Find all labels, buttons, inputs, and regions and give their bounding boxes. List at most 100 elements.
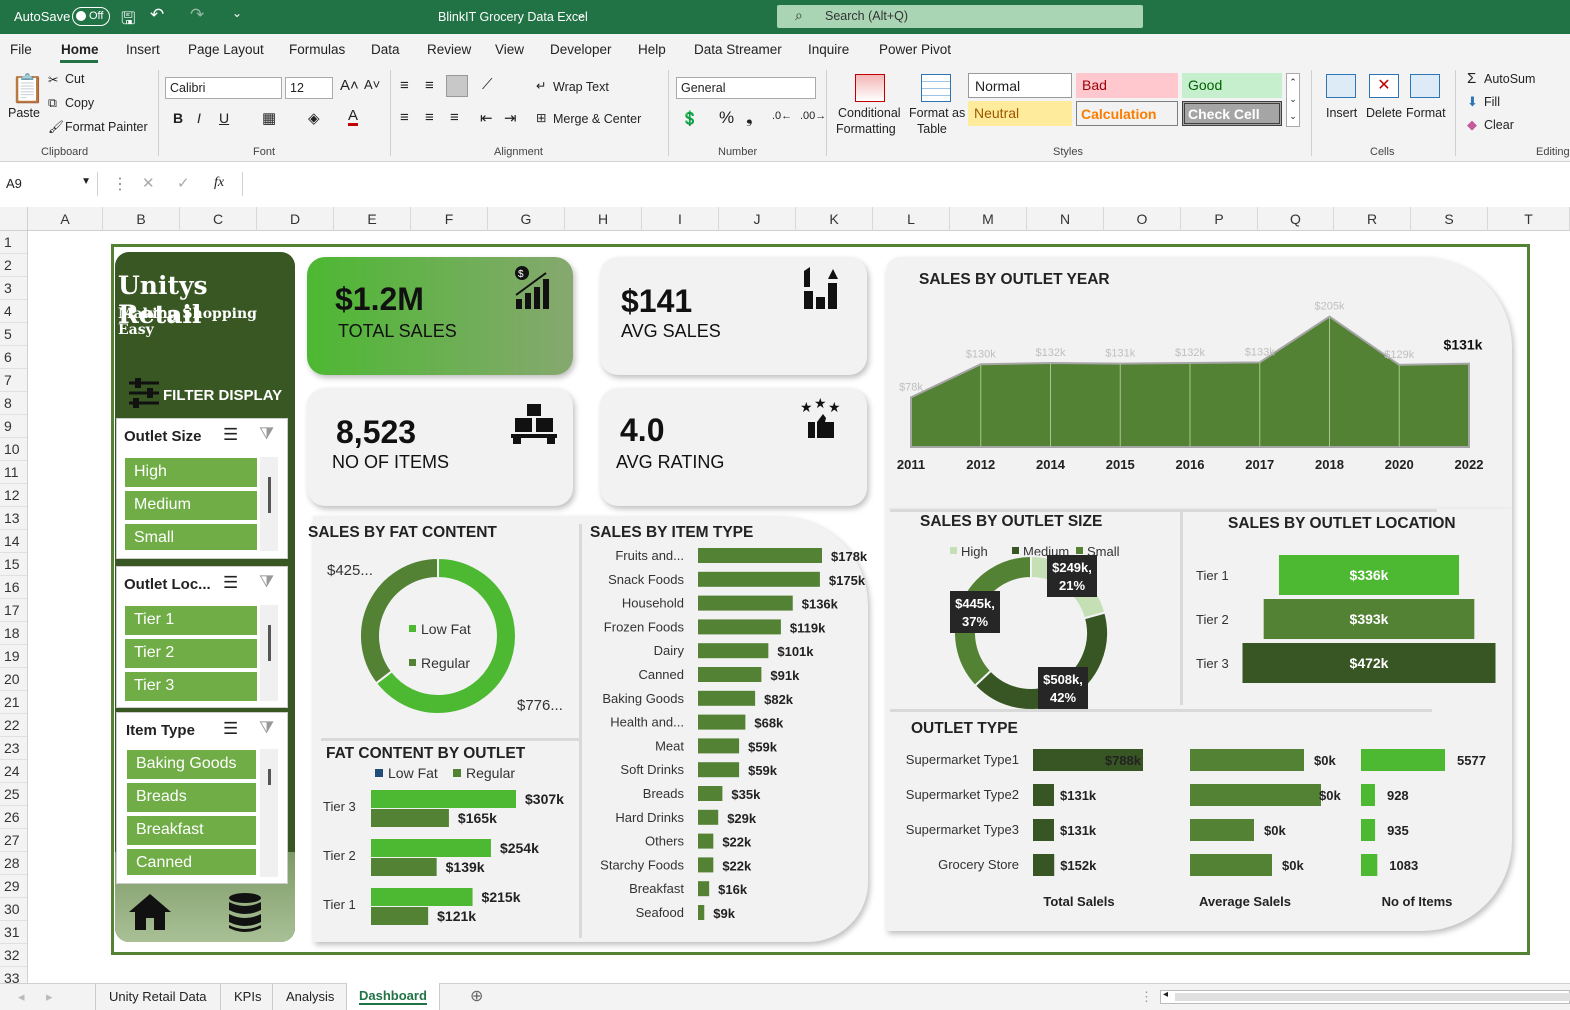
- menu-developer[interactable]: Developer: [550, 42, 612, 57]
- prev-sheet-icon[interactable]: ◂: [18, 989, 25, 1005]
- menu-formulas[interactable]: Formulas: [289, 42, 345, 57]
- row-header[interactable]: 25: [0, 783, 27, 806]
- clear-filter-icon[interactable]: ⧩: [259, 424, 274, 444]
- column-header[interactable]: D: [257, 207, 334, 231]
- menu-file[interactable]: File: [10, 42, 32, 57]
- font-name-select[interactable]: Calibri: [165, 77, 282, 99]
- slicer-item[interactable]: Tier 3: [125, 672, 257, 701]
- row-header[interactable]: 13: [0, 507, 27, 530]
- column-header[interactable]: C: [180, 207, 257, 231]
- database-icon[interactable]: [227, 892, 263, 934]
- slicer-item[interactable]: Medium: [125, 491, 257, 520]
- cut-button[interactable]: Cut: [65, 72, 84, 86]
- formula-input[interactable]: [242, 172, 1570, 196]
- save-icon[interactable]: 🖫: [121, 6, 135, 35]
- row-header[interactable]: 20: [0, 668, 27, 691]
- row-header[interactable]: 30: [0, 898, 27, 921]
- column-header[interactable]: E: [334, 207, 411, 231]
- styles-gallery-scroll[interactable]: ⌃ ⌄ ⌄: [1286, 73, 1300, 127]
- row-header[interactable]: 1: [0, 231, 27, 254]
- style-normal[interactable]: Normal: [968, 73, 1072, 98]
- row-header[interactable]: 21: [0, 691, 27, 714]
- enter-icon[interactable]: ✓: [177, 174, 190, 192]
- slicer-scrollbar[interactable]: [260, 749, 278, 877]
- column-header[interactable]: J: [719, 207, 796, 231]
- column-header[interactable]: N: [1027, 207, 1104, 231]
- row-header[interactable]: 7: [0, 369, 27, 392]
- row-header[interactable]: 5: [0, 323, 27, 346]
- row-header[interactable]: 2: [0, 254, 27, 277]
- select-all-corner[interactable]: [0, 207, 28, 231]
- cancel-icon[interactable]: ✕: [142, 174, 155, 192]
- row-header[interactable]: 6: [0, 346, 27, 369]
- row-header[interactable]: 23: [0, 737, 27, 760]
- style-bad[interactable]: Bad: [1076, 73, 1178, 98]
- wrap-text-button[interactable]: Wrap Text: [553, 80, 609, 94]
- horizontal-scrollbar[interactable]: ◂: [1160, 989, 1570, 1004]
- name-box[interactable]: A9 ▼: [0, 172, 98, 196]
- autosave-toggle[interactable]: Off: [72, 7, 110, 26]
- clear-button[interactable]: Clear: [1484, 118, 1514, 132]
- align-center-icon[interactable]: ≡: [425, 109, 434, 126]
- sheet-tab[interactable]: Unity Retail Data: [95, 984, 220, 1010]
- sheet-tab[interactable]: KPIs: [220, 984, 274, 1010]
- row-header[interactable]: 22: [0, 714, 27, 737]
- column-header[interactable]: I: [642, 207, 719, 231]
- insert-function-icon[interactable]: fx: [214, 175, 224, 191]
- fill-button[interactable]: Fill: [1484, 95, 1500, 109]
- number-format-select[interactable]: General: [676, 77, 816, 99]
- slicer-scrollbar[interactable]: [260, 457, 278, 551]
- column-header[interactable]: M: [950, 207, 1027, 231]
- menu-page-layout[interactable]: Page Layout: [188, 42, 264, 57]
- slicer-item[interactable]: Small: [125, 524, 257, 550]
- column-header[interactable]: P: [1181, 207, 1258, 231]
- slicer-item[interactable]: Baking Goods: [127, 750, 256, 779]
- column-header[interactable]: T: [1488, 207, 1570, 231]
- clear-filter-icon[interactable]: ⧩: [259, 572, 274, 592]
- row-header[interactable]: 4: [0, 300, 27, 323]
- slicer-item[interactable]: Breakfast: [127, 816, 256, 845]
- slicer-item[interactable]: Tier 1: [125, 606, 257, 635]
- row-header[interactable]: 3: [0, 277, 27, 300]
- search-box[interactable]: ⌕ Search (Alt+Q): [777, 5, 1143, 28]
- row-header[interactable]: 29: [0, 875, 27, 898]
- row-header[interactable]: 15: [0, 553, 27, 576]
- row-header[interactable]: 18: [0, 622, 27, 645]
- column-header[interactable]: G: [488, 207, 565, 231]
- column-header[interactable]: Q: [1258, 207, 1334, 231]
- menu-data[interactable]: Data: [371, 42, 400, 57]
- row-header[interactable]: 17: [0, 599, 27, 622]
- font-color-icon[interactable]: A: [348, 108, 359, 126]
- format-painter-button[interactable]: Format Painter: [65, 120, 148, 134]
- undo-icon[interactable]: ↶: [150, 5, 164, 25]
- autosum-button[interactable]: AutoSum: [1484, 72, 1535, 86]
- multi-select-icon[interactable]: ☰: [223, 719, 238, 739]
- italic-icon[interactable]: I: [197, 110, 201, 126]
- home-icon[interactable]: [127, 892, 173, 932]
- menu-review[interactable]: Review: [427, 42, 471, 57]
- menu-help[interactable]: Help: [638, 42, 666, 57]
- style-check-cell[interactable]: Check Cell: [1182, 101, 1282, 126]
- comma-icon[interactable]: ❟: [746, 108, 753, 128]
- customize-qat-icon[interactable]: ⌄: [232, 6, 242, 20]
- format-cells-button[interactable]: Format: [1406, 106, 1446, 120]
- column-header[interactable]: S: [1411, 207, 1488, 231]
- row-header[interactable]: 11: [0, 461, 27, 484]
- format-as-table-button[interactable]: Format as: [909, 106, 965, 120]
- row-header[interactable]: 27: [0, 829, 27, 852]
- slicer-scrollbar[interactable]: [260, 605, 278, 701]
- increase-indent-icon[interactable]: ⇥: [504, 109, 517, 127]
- sheet-tab-active[interactable]: Dashboard: [346, 983, 440, 1010]
- multi-select-icon[interactable]: ☰: [223, 425, 238, 445]
- row-header[interactable]: 14: [0, 530, 27, 553]
- sheet-tab[interactable]: Analysis: [272, 984, 347, 1010]
- slicer-item[interactable]: Tier 2: [125, 639, 257, 668]
- font-size-select[interactable]: 12: [285, 77, 333, 99]
- align-top-icon[interactable]: ≡: [400, 77, 409, 94]
- column-header[interactable]: A: [28, 207, 103, 231]
- row-header[interactable]: 12: [0, 484, 27, 507]
- menu-home[interactable]: Home: [61, 42, 99, 57]
- clear-filter-icon[interactable]: ⧩: [259, 718, 274, 738]
- column-header[interactable]: O: [1104, 207, 1181, 231]
- underline-icon[interactable]: U: [219, 110, 229, 126]
